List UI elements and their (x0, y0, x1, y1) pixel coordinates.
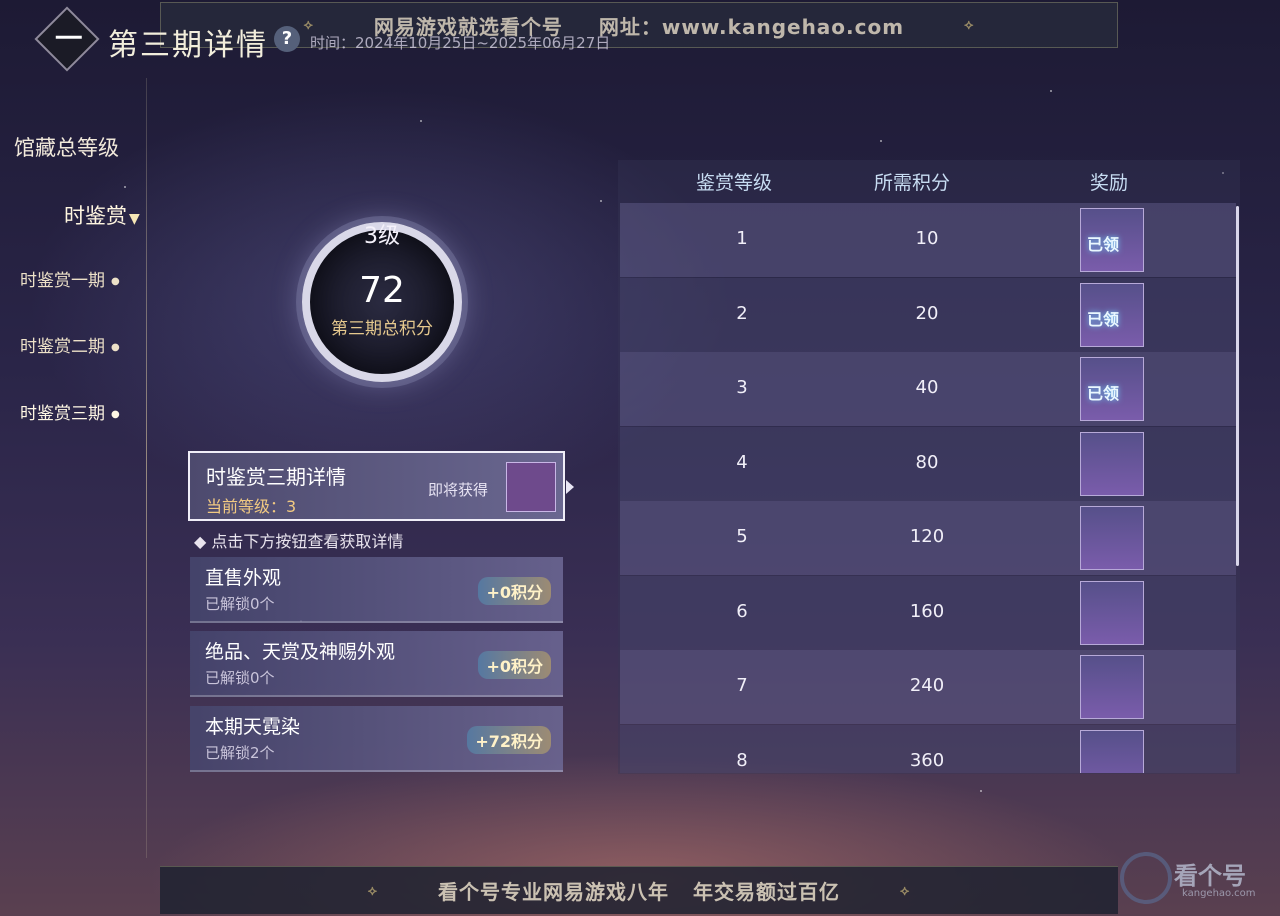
claimed-badge: 已领 (1087, 384, 1120, 403)
table-scrollbar[interactable] (1236, 206, 1239, 566)
sidebar-item-label: 时鉴赏一期 (20, 271, 105, 291)
reward-item-icon[interactable] (1080, 506, 1144, 570)
table-row: 8 360 (620, 725, 1236, 773)
source-title: 绝品、天赏及神赐外观 (205, 641, 396, 663)
watermark-bottom-left: 看个号专业网易游戏八年 (438, 880, 669, 904)
table-row: 3 40 已领 (620, 352, 1236, 426)
table-row: 7 240 (620, 650, 1236, 724)
sidebar-item-period-3[interactable]: 时鉴赏三期 ● (20, 399, 120, 424)
sidebar-item-period-2[interactable]: 时鉴赏二期 ● (20, 332, 120, 357)
source-points-badge: +72积分 (467, 726, 551, 754)
source-points-badge: +0积分 (478, 651, 551, 679)
claimed-badge: 已领 (1087, 310, 1120, 329)
sidebar-item-label: 时鉴赏 (64, 204, 127, 228)
row-points: 360 (909, 750, 945, 771)
row-points: 120 (909, 526, 945, 547)
source-card-direct-sale[interactable]: 直售外观 已解锁0个 +0积分 (190, 557, 563, 623)
row-level: 8 (736, 750, 748, 771)
row-points: 10 (915, 228, 939, 249)
help-icon[interactable]: ? (274, 26, 300, 52)
score-points: 72 (359, 270, 405, 311)
back-button[interactable] (34, 6, 100, 72)
detail-current-level: 当前等级：3 (206, 497, 297, 516)
upcoming-reward-icon[interactable] (506, 462, 556, 512)
sidebar-item-shijianshang[interactable]: 时鉴赏 ▼ (64, 200, 140, 230)
chevron-right-icon (566, 480, 574, 494)
top-watermark-bar: ⟡ 网易游戏就选看个号 网址：www.kangehao.com ⟡ (160, 2, 1118, 48)
detail-upcoming-label: 即将获得 (428, 481, 489, 499)
table-row: 5 120 (620, 501, 1236, 575)
detail-title: 时鉴赏三期详情 (206, 465, 346, 489)
row-points: 240 (909, 675, 945, 696)
source-unlocked: 已解锁0个 (205, 669, 275, 687)
claimed-badge: 已领 (1087, 235, 1120, 254)
reward-item-icon[interactable] (1080, 730, 1144, 773)
sidebar-item-period-1[interactable]: 时鉴赏一期 ● (20, 266, 120, 291)
table-row: 1 10 已领 (620, 203, 1236, 277)
source-points-badge: +0积分 (478, 577, 551, 605)
table-header-reward: 奖励 (1090, 172, 1129, 194)
row-level: 5 (736, 526, 748, 547)
source-unlocked: 已解锁2个 (205, 744, 275, 762)
site-logo: 看个号 kangehao.com (1120, 852, 1270, 906)
reward-item-icon[interactable] (1080, 581, 1144, 645)
logo-subtext: kangehao.com (1182, 888, 1256, 899)
hint-text: ◆ 点击下方按钮查看获取详情 (194, 532, 404, 551)
period-text: 时间：2024年10月25日~2025年06月27日 (310, 34, 611, 52)
source-unlocked: 已解锁0个 (205, 595, 275, 613)
sidebar-item-label: 时鉴赏三期 (20, 404, 105, 424)
table-row: 2 20 已领 (620, 278, 1236, 352)
reward-item-icon[interactable]: 已领 (1080, 208, 1144, 272)
source-card-premium[interactable]: 绝品、天赏及神赐外观 已解锁0个 +0积分 (190, 631, 563, 697)
sidebar-item-label: 时鉴赏二期 (20, 337, 105, 357)
sidebar-divider (146, 78, 147, 858)
table-header-points: 所需积分 (874, 172, 951, 194)
watermark-bottom-right: 年交易额过百亿 (693, 880, 840, 904)
watermark-top-right: 网址：www.kangehao.com (598, 14, 905, 39)
source-title: 本期天霓染 (205, 716, 301, 738)
reward-item-icon[interactable]: 已领 (1080, 357, 1144, 421)
page-title: 第三期详情 (108, 28, 268, 63)
score-label: 第三期总积分 (331, 319, 433, 339)
row-points: 160 (909, 601, 945, 622)
reward-item-icon[interactable]: 已领 (1080, 283, 1144, 347)
row-level: 7 (736, 675, 748, 696)
row-points: 80 (915, 452, 939, 473)
row-level: 6 (736, 601, 748, 622)
reward-item-icon[interactable] (1080, 432, 1144, 496)
table-row: 4 80 (620, 427, 1236, 501)
row-points: 40 (915, 377, 939, 398)
period-detail-card[interactable]: 时鉴赏三期详情 当前等级：3 即将获得 (188, 451, 565, 521)
row-level: 1 (736, 228, 748, 249)
row-level: 4 (736, 452, 748, 473)
sidebar-item-total-level[interactable]: 馆藏总等级 (14, 132, 119, 162)
table-row: 6 160 (620, 576, 1236, 650)
back-arrow-icon (55, 35, 82, 39)
source-title: 直售外观 (205, 567, 282, 589)
score-level: 3级 (364, 224, 400, 249)
source-card-dye[interactable]: 本期天霓染 已解锁2个 +72积分 (190, 706, 563, 772)
logo-eye-icon (1120, 852, 1172, 904)
row-level: 2 (736, 303, 748, 324)
table-header-level: 鉴赏等级 (696, 172, 773, 194)
row-points: 20 (915, 303, 939, 324)
logo-text: 看个号 (1174, 862, 1246, 890)
chevron-down-icon: ▼ (129, 211, 140, 227)
reward-item-icon[interactable] (1080, 655, 1144, 719)
row-level: 3 (736, 377, 748, 398)
bottom-watermark-bar: ⟡ 看个号专业网易游戏八年 年交易额过百亿 ⟡ (160, 866, 1118, 914)
